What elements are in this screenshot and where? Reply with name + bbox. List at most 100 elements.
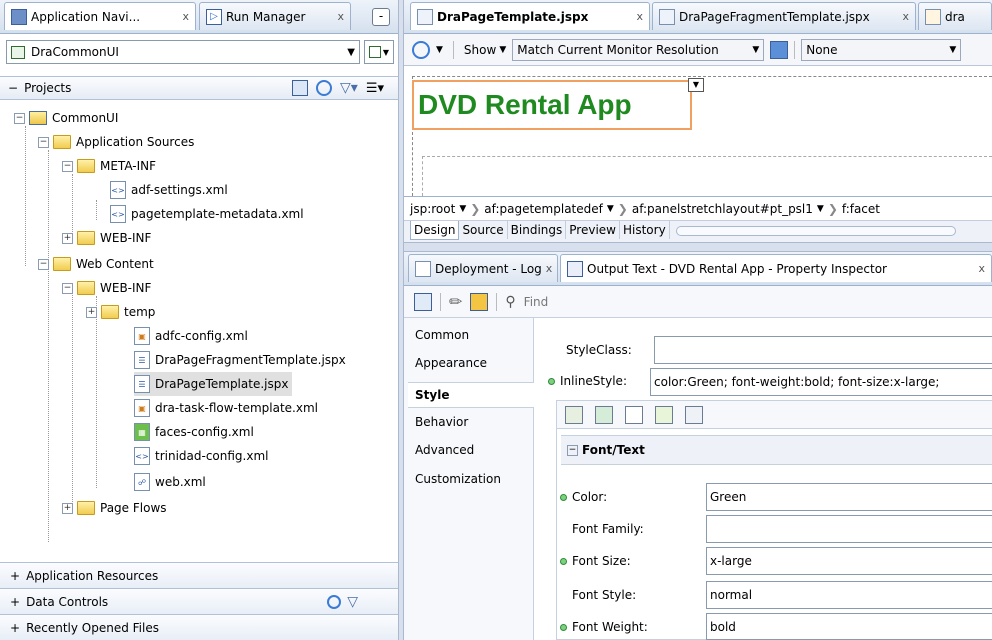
chevron-down-icon[interactable]: ▼ — [436, 45, 443, 55]
breadcrumb-item[interactable]: f:facet — [842, 202, 880, 216]
paint-bucket-icon[interactable] — [595, 405, 613, 424]
tab-deployment-log[interactable]: Deployment - Log x — [408, 254, 558, 282]
tree-item-drapagetemplate[interactable]: ☰ DraPageTemplate.jspx — [134, 372, 293, 396]
find-field[interactable]: Find — [524, 295, 549, 309]
collapse-icon[interactable]: − — [62, 282, 73, 294]
chevron-down-icon[interactable]: ▼ — [347, 47, 355, 58]
tree-item-pagetemplate-metadata[interactable]: <> pagetemplate-metadata.xml — [110, 202, 304, 226]
tab-history[interactable]: History — [620, 221, 670, 239]
collapse-icon[interactable]: − — [8, 81, 18, 95]
close-icon[interactable]: x — [636, 10, 643, 23]
tree-item-faces-config[interactable]: ▦ faces-config.xml — [134, 420, 254, 444]
tree-item-web-inf[interactable]: + WEB-INF — [62, 226, 151, 250]
filter-icon[interactable]: ▽ — [347, 594, 358, 610]
select-in-editor-icon[interactable] — [414, 292, 432, 311]
tab-run-manager[interactable]: ▷ Run Manager x — [199, 2, 351, 30]
component-menu-button[interactable]: ▼ — [688, 78, 704, 92]
collapse-icon[interactable]: − — [14, 112, 25, 124]
collapse-icon[interactable]: − — [567, 444, 578, 456]
expand-icon[interactable]: + — [86, 306, 97, 318]
tab-dra-more[interactable]: dra — [918, 2, 992, 30]
tree-item-adf-settings[interactable]: <> adf-settings.xml — [110, 178, 228, 202]
resolution-select[interactable]: Match Current Monitor Resolution ▼ — [512, 38, 765, 61]
breadcrumb-item[interactable]: af:pagetemplatedef — [484, 202, 603, 216]
refresh-icon[interactable] — [412, 40, 430, 59]
monitor-icon[interactable] — [770, 40, 789, 59]
expand-icon[interactable]: + — [62, 232, 73, 244]
tree-item-meta-inf[interactable]: − META-INF — [62, 154, 156, 178]
layout-icon[interactable] — [685, 405, 703, 424]
font-family-field[interactable] — [706, 515, 992, 543]
close-icon[interactable]: x — [337, 10, 344, 23]
chevron-down-icon[interactable]: ▼ — [817, 204, 824, 214]
tree-item-adfc-config[interactable]: ▣ adfc-config.xml — [134, 324, 248, 348]
edit-icon[interactable]: ✏ — [449, 292, 462, 311]
color-field[interactable]: Green — [706, 483, 992, 511]
background-image-icon[interactable] — [655, 405, 673, 424]
tree-item-temp[interactable]: + temp — [86, 300, 155, 324]
show-menu[interactable]: Show ▼ — [464, 43, 506, 57]
tab-drapagefragmenttemplate[interactable]: DraPageFragmentTemplate.jspx x — [652, 2, 916, 30]
horizontal-splitter[interactable] — [404, 242, 992, 252]
category-customization[interactable]: Customization — [415, 472, 501, 486]
tab-source[interactable]: Source — [459, 221, 508, 239]
border-icon[interactable] — [625, 405, 643, 424]
close-icon[interactable]: x — [182, 10, 189, 23]
refresh-icon[interactable] — [327, 594, 342, 609]
tab-preview[interactable]: Preview — [566, 221, 620, 239]
search-icon[interactable] — [292, 80, 309, 96]
collapse-icon[interactable]: − — [62, 160, 73, 172]
filter-icon[interactable]: ▽▾ — [340, 80, 358, 96]
expand-icon[interactable]: + — [10, 595, 20, 609]
close-icon[interactable]: x — [978, 262, 985, 275]
category-appearance[interactable]: Appearance — [415, 356, 487, 370]
font-icon[interactable] — [565, 405, 583, 424]
styleclass-field[interactable] — [654, 336, 992, 364]
close-icon[interactable]: x — [902, 10, 909, 23]
tab-drapagetemplate[interactable]: DraPageTemplate.jspx x — [410, 2, 650, 30]
app-selector[interactable]: DraCommonUI ▼ — [6, 40, 360, 64]
breadcrumb-item[interactable]: jsp:root — [410, 202, 455, 216]
expand-icon[interactable]: + — [10, 621, 20, 635]
font-weight-field[interactable]: bold — [706, 613, 992, 640]
tree-item-web-inf[interactable]: − WEB-INF — [62, 276, 151, 300]
tree-item-dra-task-flow-template[interactable]: ▣ dra-task-flow-template.xml — [134, 396, 318, 420]
chevron-down-icon[interactable]: ▼ — [459, 204, 466, 214]
horizontal-scrollbar[interactable] — [675, 226, 956, 236]
data-controls-panel[interactable]: + Data Controls ▽ — [0, 588, 398, 614]
collapse-icon[interactable]: − — [38, 136, 49, 148]
projects-header[interactable]: − Projects ▽▾ ☰▾ — [0, 76, 398, 100]
tab-property-inspector[interactable]: Output Text - DVD Rental App - Property … — [560, 254, 992, 282]
inlinestyle-field[interactable]: color:Green; font-weight:bold; font-size… — [650, 368, 992, 396]
tree-item-web-xml[interactable]: ☍ web.xml — [134, 470, 206, 494]
tree-item-trinidad-config[interactable]: <> trinidad-config.xml — [134, 444, 269, 468]
font-size-field[interactable]: x-large — [706, 547, 992, 575]
skin-select[interactable]: None ▼ — [801, 38, 962, 61]
tree-item-commonui[interactable]: − CommonUI — [14, 106, 118, 130]
expand-icon[interactable]: + — [10, 569, 20, 583]
refresh-icon[interactable] — [316, 80, 333, 96]
application-resources-panel[interactable]: + Application Resources — [0, 562, 398, 588]
chevron-down-icon[interactable]: ▼ — [607, 204, 614, 214]
minimize-button[interactable]: - — [372, 8, 390, 26]
collapse-icon[interactable]: − — [38, 258, 49, 270]
working-sets-icon[interactable]: ☰▾ — [366, 81, 384, 96]
breadcrumb-item[interactable]: af:panelstretchlayout#pt_psl1 — [632, 202, 813, 216]
font-style-field[interactable]: normal — [706, 581, 992, 609]
category-style[interactable]: Style — [408, 382, 534, 408]
design-canvas[interactable]: DVD Rental App ▼ — [404, 66, 992, 196]
tab-application-navigator[interactable]: Application Navi... x — [4, 2, 196, 30]
app-menu-button[interactable]: ▼ — [364, 40, 394, 64]
font-text-section-header[interactable]: − Font/Text — [561, 435, 992, 465]
recently-opened-files-panel[interactable]: + Recently Opened Files — [0, 614, 398, 640]
category-advanced[interactable]: Advanced — [415, 443, 474, 457]
close-icon[interactable]: x — [546, 262, 553, 275]
category-common[interactable]: Common — [415, 328, 469, 342]
tree-item-drapagefragmenttemplate[interactable]: ☰ DraPageFragmentTemplate.jspx — [134, 348, 346, 372]
tree-item-web-content[interactable]: − Web Content — [38, 252, 154, 276]
tab-design[interactable]: Design — [410, 221, 460, 240]
category-behavior[interactable]: Behavior — [415, 415, 468, 429]
selected-output-text[interactable]: DVD Rental App — [412, 80, 692, 130]
binding-icon[interactable] — [470, 292, 489, 311]
tree-item-application-sources[interactable]: − Application Sources — [38, 130, 194, 154]
